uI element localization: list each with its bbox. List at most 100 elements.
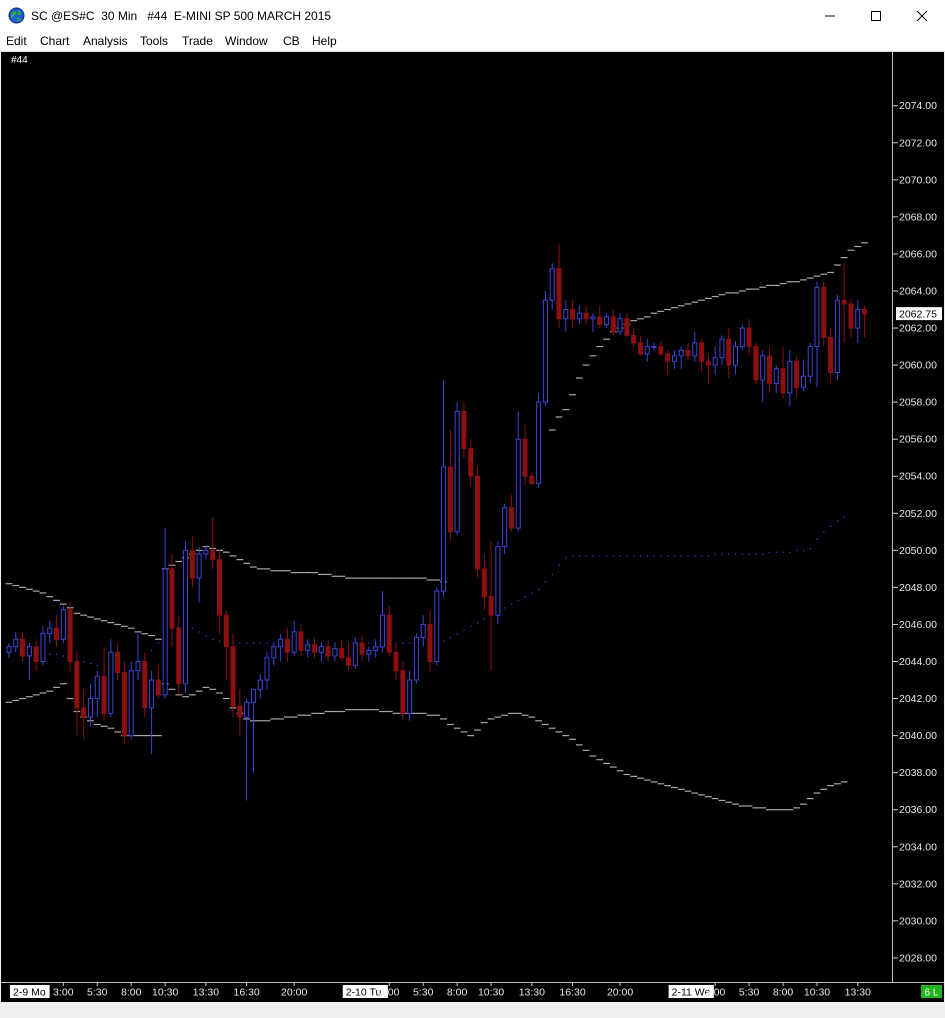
candle-body-up	[291, 631, 297, 653]
candle-body-up	[549, 268, 555, 301]
vwap-dot-point	[483, 618, 485, 620]
candle-body-down	[101, 675, 107, 714]
time-tick-label: 3:00	[53, 987, 74, 999]
candle-body-down	[522, 438, 528, 477]
time-tick-label: 8:00	[773, 987, 794, 999]
candle-body-down	[610, 316, 616, 333]
vwap-dot-point	[443, 640, 445, 642]
price-chart[interactable]: 2074.00 2072.00 2070.00 2068.00 2066.00 2064.…	[0, 0, 945, 1018]
session-label: 2-10 Tu	[346, 987, 382, 999]
vwap-dot-point	[748, 553, 750, 555]
candle-body-down	[658, 346, 664, 355]
candle-body-down	[155, 679, 161, 696]
vwap-dot-point	[252, 642, 255, 644]
candle-body-up	[264, 657, 270, 681]
vwap-dot-point	[259, 642, 261, 644]
candle-body-up	[773, 368, 779, 385]
candle-body-down	[298, 631, 304, 651]
vwap-dot-point	[524, 596, 526, 598]
vwap-dot-point	[741, 553, 744, 555]
price-tick-label: 2074.00	[899, 100, 937, 112]
candle-body-down	[386, 614, 392, 653]
candle-body-up	[257, 679, 263, 690]
time-tick-label: 13:30	[519, 987, 545, 999]
candle-body-up	[542, 299, 548, 403]
candle-body-up	[149, 679, 155, 709]
vwap-dot-point	[626, 555, 628, 557]
candle-body-down	[753, 346, 759, 381]
vwap-dot-point	[816, 538, 818, 540]
price-tick-label: 2052.00	[899, 508, 937, 520]
candle-body-down	[400, 670, 406, 714]
candle-body-down	[556, 268, 562, 320]
candle-body-down	[481, 568, 487, 598]
candle-body-down	[821, 286, 827, 338]
price-tick-label: 2044.00	[899, 656, 937, 668]
vwap-dot-point	[565, 557, 567, 559]
vwap-dot-point	[551, 573, 553, 576]
vwap-dot-point	[612, 555, 615, 557]
candle-body-down	[189, 549, 195, 579]
candle-body-down	[81, 707, 87, 718]
candle-body-up	[278, 638, 284, 648]
vwap-dot-point	[463, 629, 465, 631]
time-tick-label: 8:00	[447, 987, 468, 999]
candle-body-down	[33, 646, 39, 663]
vwap-dot-point	[96, 664, 98, 666]
price-tick-label: 2064.00	[899, 285, 937, 297]
candle-body-up	[536, 401, 542, 485]
price-tick-label: 2056.00	[899, 434, 937, 446]
candle-body-up	[617, 318, 623, 333]
time-tick-label: 20:00	[607, 987, 633, 999]
price-tick-label: 2070.00	[899, 174, 937, 186]
vwap-dot-point	[585, 555, 587, 557]
vwap-dot-point	[470, 625, 472, 628]
vwap-dot-point	[456, 633, 458, 635]
candle-body-down	[468, 447, 474, 477]
vwap-dot-point	[538, 588, 540, 590]
time-tick-label: 16:30	[559, 987, 585, 999]
vwap-dot-point	[619, 555, 621, 557]
candle-body-down	[828, 336, 834, 373]
time-tick-label: 13:30	[193, 987, 219, 999]
last-price-label: 2062.75	[899, 309, 937, 321]
session-label: 2-9 Mo	[13, 987, 46, 999]
vwap-dot-point	[701, 555, 703, 557]
candle-body-up	[515, 438, 521, 529]
candle-body-down	[393, 651, 399, 672]
candle-body-up	[441, 466, 447, 592]
vwap-dot-point	[823, 531, 825, 533]
candle-body-down	[312, 644, 318, 653]
candle-body-up	[366, 649, 372, 655]
candle-body-up	[644, 346, 650, 355]
candle-body-down	[637, 342, 643, 355]
candle-body-down	[631, 334, 637, 344]
price-tick-label: 2054.00	[899, 471, 937, 483]
vwap-dot-point	[762, 553, 764, 555]
price-tick-label: 2038.00	[899, 767, 937, 779]
candle-body-down	[230, 646, 236, 707]
vwap-dot-point	[687, 555, 689, 557]
vwap-dot-point	[728, 553, 730, 555]
time-tick-label: 5:30	[413, 987, 434, 999]
price-tick-label: 2034.00	[899, 841, 937, 853]
candle-body-down	[766, 355, 772, 385]
vwap-dot-point	[402, 642, 404, 644]
candle-body-down	[427, 623, 433, 663]
candle-body-down	[699, 342, 705, 362]
candle-body-up	[271, 646, 277, 659]
candle-body-down	[346, 657, 351, 666]
time-tick-label: 16:30	[234, 987, 260, 999]
vwap-dot-point	[218, 640, 221, 642]
time-tick-label: 13:30	[845, 987, 871, 999]
price-tick-label: 2072.00	[899, 137, 937, 149]
candle-body-up	[719, 338, 725, 359]
vwap-dot-point	[409, 642, 411, 644]
candle-body-up	[250, 688, 256, 703]
price-tick-label: 2048.00	[899, 582, 937, 594]
candle-body-up	[739, 327, 745, 348]
vwap-dot-point	[205, 635, 207, 637]
candle-body-down	[169, 568, 175, 629]
candle-body-down	[447, 466, 453, 533]
candle-body-up	[203, 549, 209, 555]
